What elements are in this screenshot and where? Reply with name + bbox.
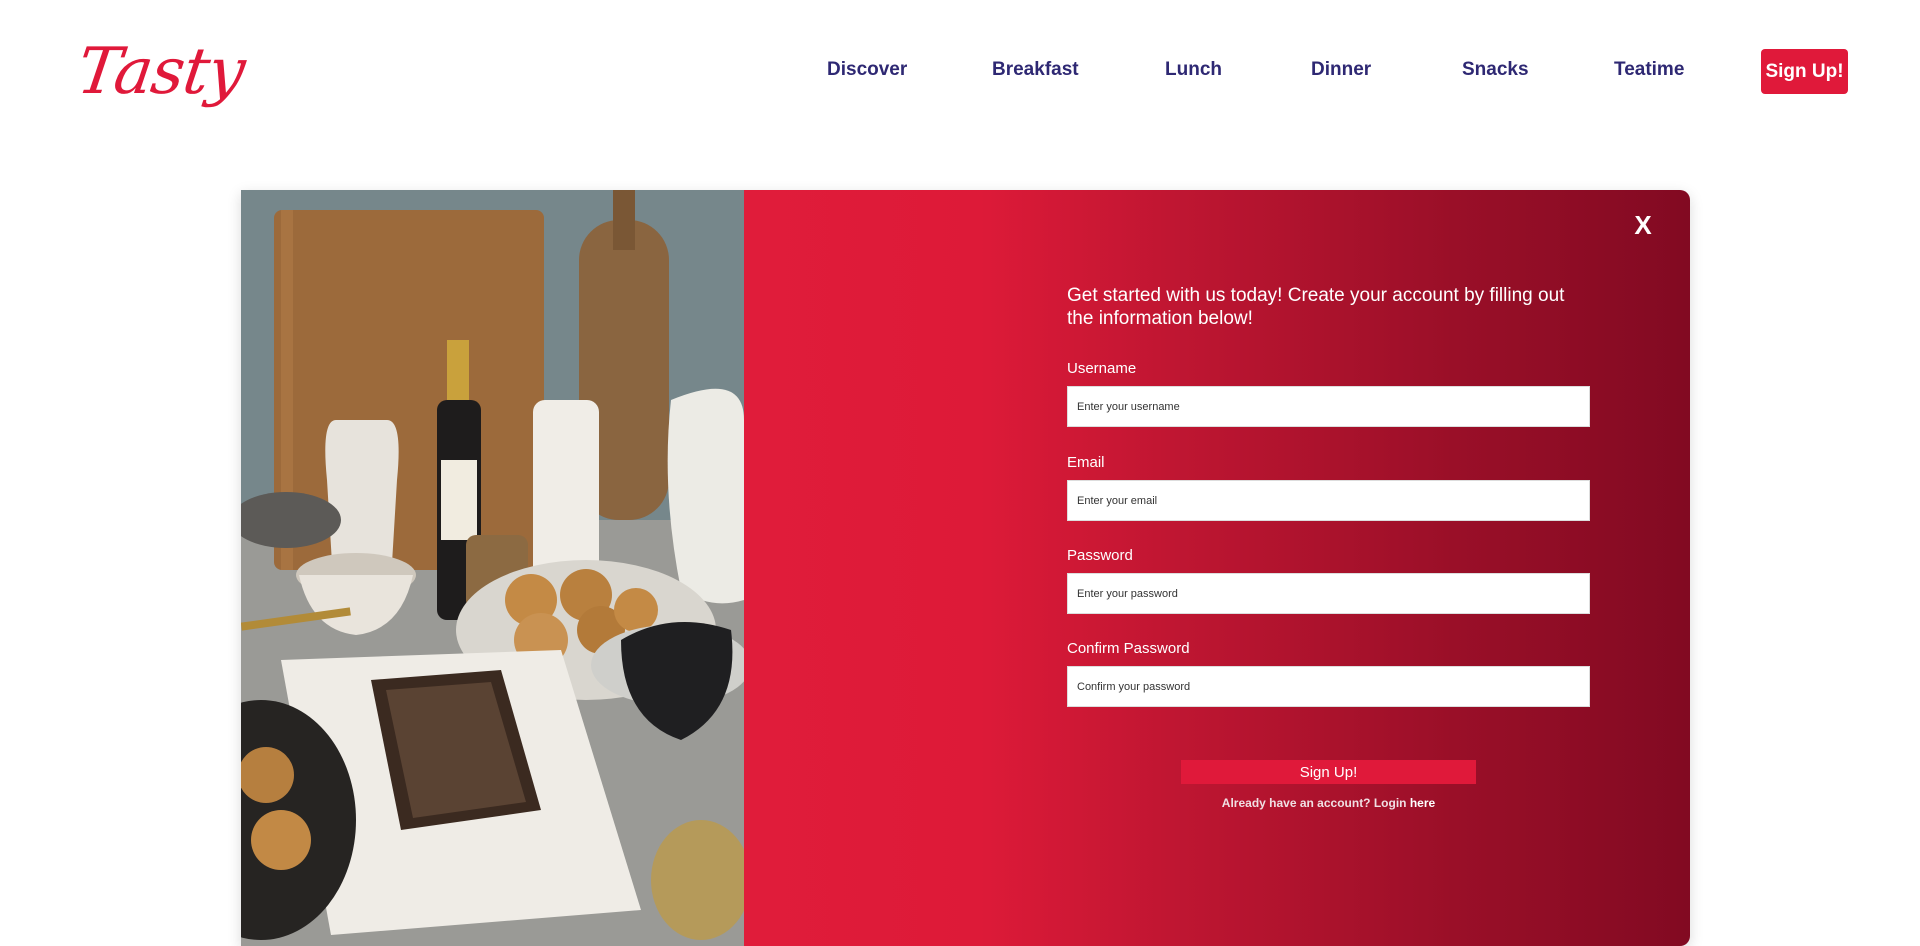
- nav-item-lunch[interactable]: Lunch: [1165, 59, 1222, 81]
- password-input[interactable]: [1067, 573, 1590, 614]
- username-input[interactable]: [1067, 386, 1590, 427]
- nav-item-snacks[interactable]: Snacks: [1462, 59, 1529, 81]
- signup-submit-button[interactable]: Sign Up!: [1181, 760, 1476, 784]
- username-label: Username: [1067, 360, 1137, 377]
- nav-item-dinner[interactable]: Dinner: [1311, 59, 1371, 81]
- signup-form-panel: X Get started with us today! Create your…: [744, 190, 1690, 946]
- signup-modal: X Get started with us today! Create your…: [241, 190, 1690, 946]
- nav-item-breakfast[interactable]: Breakfast: [992, 59, 1079, 81]
- intro-text: Get started with us today! Create your a…: [1067, 285, 1565, 329]
- login-link[interactable]: here: [1410, 796, 1435, 810]
- close-icon[interactable]: X: [1629, 210, 1657, 242]
- main-nav: Discover Breakfast Lunch Dinner Snacks T…: [0, 49, 1920, 95]
- login-prompt-text: Already have an account? Login: [1221, 796, 1410, 810]
- header-signup-button[interactable]: Sign Up!: [1761, 49, 1848, 94]
- kitchen-photo-illustration: [241, 190, 744, 946]
- email-input[interactable]: [1067, 480, 1590, 521]
- nav-item-teatime[interactable]: Teatime: [1614, 59, 1684, 81]
- password-label: Password: [1067, 547, 1133, 564]
- nav-item-discover[interactable]: Discover: [827, 59, 907, 81]
- site-header: Tasty Discover Breakfast Lunch Dinner Sn…: [0, 0, 1920, 150]
- email-label: Email: [1067, 454, 1105, 471]
- login-prompt: Already have an account? Login here: [1067, 796, 1590, 810]
- confirm-password-label: Confirm Password: [1067, 640, 1190, 657]
- confirm-password-input[interactable]: [1067, 666, 1590, 707]
- kitchen-photo: [241, 190, 744, 946]
